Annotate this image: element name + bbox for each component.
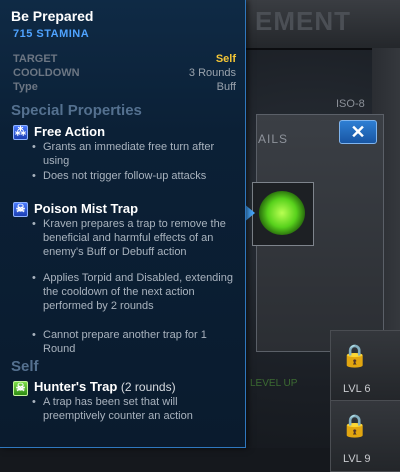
special-properties-heading: Special Properties <box>11 102 142 119</box>
type-value: Buff <box>216 81 236 93</box>
close-button[interactable]: ✕ <box>339 120 377 144</box>
hunters-trap-bullet: A trap has been set that will preemptive… <box>32 395 233 423</box>
cooldown-value: 3 Rounds <box>188 67 236 79</box>
trap-icon: ☠ <box>13 202 28 217</box>
target-label: TARGET <box>13 53 58 65</box>
slot-level: LVL 6 <box>343 383 371 395</box>
iso-crystal-slot[interactable] <box>252 182 314 246</box>
details-label: AILS <box>258 132 289 146</box>
hunters-trap-duration: (2 rounds) <box>120 380 176 394</box>
locked-slot-1[interactable]: 🔒 LVL 6 <box>330 330 400 402</box>
trap-bullet: Applies Torpid and Disabled, extending t… <box>32 271 233 313</box>
ability-title: Be Prepared <box>11 8 94 24</box>
hunters-trap-icon: ☠ <box>13 381 28 396</box>
target-value: Self <box>215 53 236 65</box>
trap-bullet: Cannot prepare another trap for 1 Round <box>32 328 233 356</box>
free-action-bullet: Grants an immediate free turn after usin… <box>32 140 233 168</box>
trap-bullet: Kraven prepares a trap to remove the ben… <box>32 217 233 259</box>
lock-icon: 🔒 <box>341 343 369 368</box>
ability-tooltip: Be Prepared 715 STAMINA TARGET Self COOL… <box>0 0 246 448</box>
lock-icon: 🔒 <box>341 413 369 438</box>
poison-mist-trap-title: Poison Mist Trap <box>34 201 139 216</box>
slot-level: LVL 9 <box>343 453 371 465</box>
stamina-cost: 715 STAMINA <box>13 28 90 40</box>
screen-title: EMENT <box>255 6 351 36</box>
free-action-title: Free Action <box>34 124 106 139</box>
hunters-trap-title: Hunter's Trap (2 rounds) <box>34 379 176 394</box>
self-heading: Self <box>11 358 39 375</box>
locked-slot-2[interactable]: 🔒 LVL 9 <box>330 400 400 472</box>
free-action-bullet: Does not trigger follow-up attacks <box>32 169 233 183</box>
free-action-icon: ⁂ <box>13 125 28 140</box>
green-crystal-icon <box>259 191 305 235</box>
footer-text: LEVEL UP <box>250 378 298 389</box>
iso-label: ISO-8 <box>336 98 365 110</box>
type-label: Type <box>13 81 38 93</box>
cooldown-label: COOLDOWN <box>13 67 80 79</box>
